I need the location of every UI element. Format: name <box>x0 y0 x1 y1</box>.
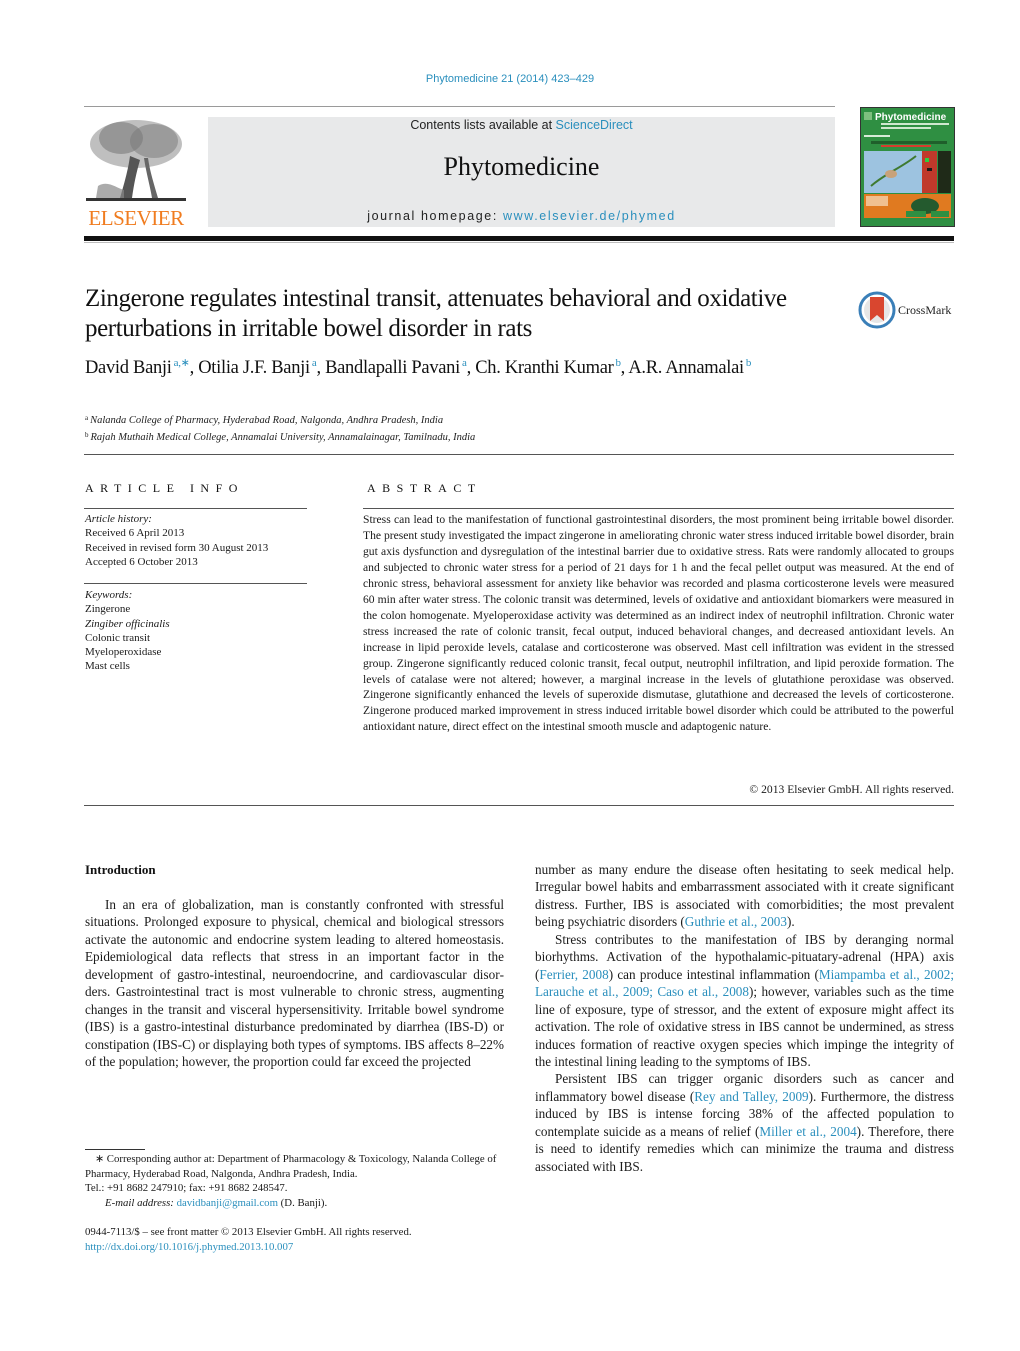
contents-line: Contents lists available at ScienceDirec… <box>208 118 835 132</box>
text-run: ) can produce intestinal inflammation ( <box>608 966 819 982</box>
history-received: Received 6 April 2013 <box>85 527 185 540</box>
homepage-line: journal homepage: www.elsevier.de/phymed <box>208 209 835 223</box>
contact-numbers: Tel.: +91 8682 247910; fax: +91 8682 248… <box>85 1182 288 1194</box>
footnote-rule <box>85 1149 145 1150</box>
author-affil-mark[interactable]: a,∗ <box>174 357 190 369</box>
keyword: Zingerone <box>85 603 131 616</box>
keywords: Keywords: Zingerone Zingiber officinalis… <box>85 588 170 674</box>
email-link[interactable]: davidbanji@gmail.com <box>177 1197 278 1209</box>
corresponding-author-note: ∗ Corresponding author at: Department of… <box>85 1153 497 1180</box>
section-rule <box>84 454 954 455</box>
history-revised: Received in revised form 30 August 2013 <box>85 541 269 554</box>
abstract-text: Stress can lead to the manifestation of … <box>363 513 954 734</box>
history-label: Article history: <box>85 513 152 525</box>
elsevier-tree-icon <box>86 120 186 201</box>
journal-cover-image: Phytomedicine <box>861 108 954 226</box>
crossmark-badge[interactable]: CrossMark <box>858 291 958 331</box>
doi-link[interactable]: http://dx.doi.org/10.1016/j.phymed.2013.… <box>85 1240 510 1255</box>
affiliation-mark: b <box>85 431 89 439</box>
crossmark-label: CrossMark <box>898 303 952 317</box>
intro-paragraph: Stress contributes to the manifestation … <box>535 931 954 1071</box>
abstract-heading: ABSTRACT <box>367 481 482 495</box>
cover-title: Phytomedicine <box>875 112 947 123</box>
elsevier-wordmark: ELSEVIER <box>88 206 184 230</box>
affiliation-mark: a <box>85 414 89 422</box>
author-name: A.R. Annamalai <box>628 358 744 378</box>
body-column-left: In an era of globalization, man is const… <box>85 896 504 1071</box>
text-run: ). <box>786 914 795 930</box>
author-affil-mark[interactable]: a <box>312 357 317 369</box>
article-info-heading: ARTICLE INFO <box>85 481 244 495</box>
header-thin-rule <box>84 242 954 243</box>
author[interactable]: A.R. Annamalai b <box>628 357 752 378</box>
abstract-rule <box>363 508 954 509</box>
author-name: Bandlapalli Pavani <box>325 358 460 378</box>
author-affil-mark[interactable]: b <box>615 357 621 369</box>
info-rule <box>84 583 307 584</box>
intro-paragraph: In an era of globalization, man is const… <box>85 897 504 1070</box>
header-rule <box>84 106 835 107</box>
email-label: E-mail address: <box>105 1196 177 1209</box>
keyword: Colonic transit <box>85 631 151 644</box>
article-title: Zingerone regulates intestinal transit, … <box>85 285 787 342</box>
citation-link[interactable]: Miller et al., 2004 <box>759 1124 856 1139</box>
footnotes: ∗ Corresponding author at: Department of… <box>85 1152 510 1210</box>
front-matter: 0944-7113/$ – see front matter © 2013 El… <box>85 1225 510 1254</box>
affiliations: a Nalanda College of Pharmacy, Hyderabad … <box>85 411 475 445</box>
keyword: Mast cells <box>85 660 130 673</box>
homepage-prefix: journal homepage: <box>367 209 504 223</box>
header-thick-rule <box>84 236 954 241</box>
citation-link[interactable]: Rey and Talley, 2009 <box>694 1089 808 1104</box>
elsevier-logo[interactable]: ELSEVIER <box>84 116 188 230</box>
introduction-heading: Introduction <box>85 862 156 877</box>
issn-line: 0944-7113/$ – see front matter © 2013 El… <box>85 1226 412 1238</box>
author-name: Otilia J.F. Banji <box>198 358 310 378</box>
journal-name: Phytomedicine <box>443 152 600 181</box>
author-list: David Banji a,∗, Otilia J.F. Banji a, Band… <box>85 357 752 378</box>
citation-link[interactable]: Guthrie et al., 2003 <box>685 914 787 929</box>
author[interactable]: Otilia J.F. Banji a <box>198 357 317 378</box>
article-history: Article history: Received 6 April 2013 R… <box>85 512 268 569</box>
journal-cover-thumbnail[interactable]: Phytomedicine <box>860 107 955 227</box>
citation-link[interactable]: Ferrier, 2008 <box>539 967 608 982</box>
intro-paragraph: number as many endure the disease often … <box>535 861 954 931</box>
keywords-label: Keywords: <box>85 589 133 601</box>
sciencedirect-link[interactable]: ScienceDirect <box>556 118 633 132</box>
info-rule <box>84 508 307 509</box>
abstract-copyright: © 2013 Elsevier GmbH. All rights reserve… <box>749 783 954 796</box>
affiliation-b: b Rajah Muthaih Medical College, Annamala… <box>85 428 475 445</box>
keyword: Myeloperoxidase <box>85 646 162 659</box>
intro-paragraph: Persistent IBS can trigger organic disor… <box>535 1070 954 1175</box>
abstract-bottom-rule <box>84 805 954 806</box>
keyword: Zingiber officinalis <box>85 617 170 630</box>
author-name: Ch. Kranthi Kumar <box>475 358 614 378</box>
journal-citation[interactable]: Phytomedicine 21 (2014) 423–429 <box>0 73 1020 85</box>
author[interactable]: Bandlapalli Pavani a <box>325 357 467 378</box>
author[interactable]: Ch. Kranthi Kumar b <box>475 357 621 378</box>
affiliation-text: Nalanda College of Pharmacy, Hyderabad R… <box>90 415 444 426</box>
author[interactable]: David Banji a,∗ <box>85 357 190 378</box>
author-affil-mark[interactable]: a <box>462 357 467 369</box>
author-name: David Banji <box>85 358 172 378</box>
affiliation-text: Rajah Muthaih Medical College, Annamalai… <box>90 432 476 443</box>
contents-prefix: Contents lists available at <box>410 118 556 132</box>
author-affil-mark[interactable]: b <box>746 357 752 369</box>
history-accepted: Accepted 6 October 2013 <box>85 555 198 568</box>
body-column-right: number as many endure the disease often … <box>535 861 954 1175</box>
crossmark-icon <box>858 291 896 329</box>
email-suffix: (D. Banji). <box>277 1196 328 1209</box>
homepage-link[interactable]: www.elsevier.de/phymed <box>503 209 676 223</box>
email-line: E-mail address: davidbanji@gmail.com (D.… <box>85 1196 510 1211</box>
affiliation-a: a Nalanda College of Pharmacy, Hyderabad … <box>85 411 475 428</box>
